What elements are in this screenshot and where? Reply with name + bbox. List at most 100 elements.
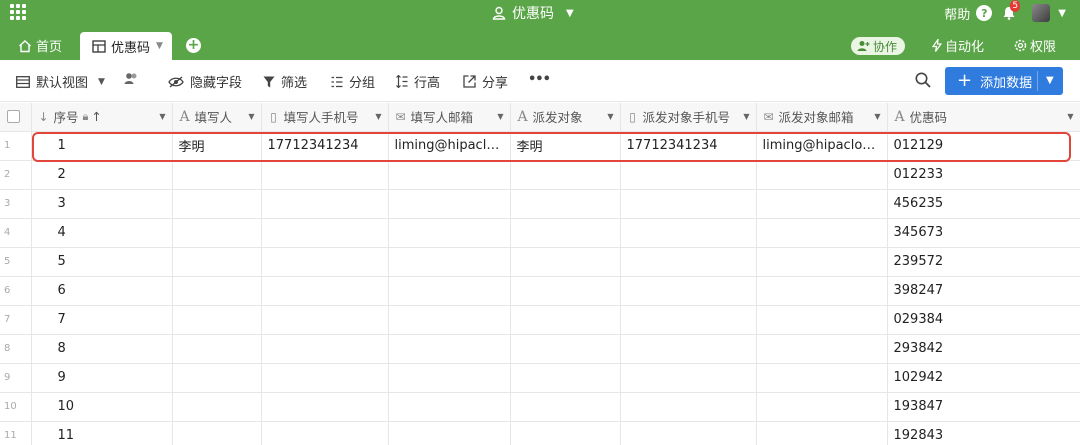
filler-phone-cell[interactable] [261,363,389,393]
filler-cell[interactable] [172,305,262,335]
target-email-cell[interactable] [756,218,888,248]
target-email-cell[interactable] [756,392,888,422]
sort-asc-icon[interactable]: ↑ [91,109,101,124]
notification-button[interactable]: 5 [1002,0,1021,22]
filler-email-cell[interactable] [388,276,511,306]
filler-cell[interactable]: 李明 [172,131,262,161]
code-cell[interactable]: 192843 [887,421,1080,445]
target-phone-cell[interactable] [620,218,757,248]
select-all-checkbox[interactable] [7,110,20,124]
add-tab-button[interactable]: + [186,38,201,53]
filler-cell[interactable] [172,334,262,364]
filler-cell[interactable] [172,189,262,219]
filler-phone-cell[interactable] [261,392,389,422]
column-header-target-phone[interactable]: ▯ 派发对象手机号 ▼ [620,103,757,132]
filler-email-cell[interactable] [388,334,511,364]
seq-cell[interactable]: 4 [31,218,173,248]
target-cell[interactable] [510,334,621,364]
target-cell[interactable] [510,276,621,306]
chevron-down-icon[interactable]: ▼ [743,112,749,121]
table-row[interactable]: 8 8 293842 [0,334,1080,364]
tab-home[interactable]: 首页 [18,36,62,55]
target-email-cell[interactable] [756,334,888,364]
select-all-cell[interactable] [0,103,32,132]
filler-cell[interactable] [172,218,262,248]
help-label[interactable]: 帮助 [944,4,970,23]
code-cell[interactable]: 029384 [887,305,1080,335]
view-selector[interactable]: 默认视图 ▼ [16,72,105,91]
target-email-cell[interactable] [756,247,888,277]
share-button[interactable]: 分享 [463,72,508,91]
chevron-down-icon[interactable]: ▼ [1058,8,1066,19]
collab-button[interactable]: 协作 [851,37,906,55]
table-row[interactable]: 3 3 456235 [0,189,1080,219]
target-cell[interactable] [510,218,621,248]
column-header-filler[interactable]: A 填写人 ▼ [172,103,262,132]
chevron-down-icon[interactable]: ▼ [497,112,503,121]
seq-cell[interactable]: 10 [31,392,173,422]
target-cell[interactable] [510,363,621,393]
seq-cell[interactable]: 8 [31,334,173,364]
table-row[interactable]: 11李明17712341234liming@hipacloud.com李明177… [0,131,1080,161]
filler-phone-cell[interactable] [261,276,389,306]
target-cell[interactable] [510,305,621,335]
chevron-down-icon[interactable]: ▼ [874,112,880,121]
avatar[interactable] [1032,4,1051,22]
column-header-target-email[interactable]: ✉ 派发对象邮箱 ▼ [756,103,888,132]
chevron-down-icon[interactable]: ▼ [248,112,254,121]
filler-phone-cell[interactable] [261,160,389,190]
seq-cell[interactable]: 3 [31,189,173,219]
filler-email-cell[interactable] [388,421,511,445]
column-header-code[interactable]: A 优惠码 ▼ [887,103,1080,132]
filler-phone-cell[interactable] [261,218,389,248]
seq-cell[interactable]: 5 [31,247,173,277]
target-email-cell[interactable]: liming@hipacloud.com [756,131,888,161]
filler-email-cell[interactable] [388,160,511,190]
target-phone-cell[interactable] [620,334,757,364]
table-row[interactable]: 11 11 192843 [0,421,1080,445]
add-data-button[interactable]: + 添加数据 ▼ [945,67,1063,95]
filler-email-cell[interactable] [388,392,511,422]
seq-cell[interactable]: 7 [31,305,173,335]
chevron-down-icon[interactable]: ▼ [1067,112,1073,121]
code-cell[interactable]: 012233 [887,160,1080,190]
target-email-cell[interactable] [756,160,888,190]
chevron-down-icon[interactable]: ▼ [1046,75,1054,86]
target-email-cell[interactable] [756,305,888,335]
seq-cell[interactable]: 6 [31,276,173,306]
table-row[interactable]: 5 5 239572 [0,247,1080,277]
code-cell[interactable]: 345673 [887,218,1080,248]
chevron-down-icon[interactable]: ▼ [156,41,163,51]
table-row[interactable]: 7 7 029384 [0,305,1080,335]
search-button[interactable] [915,72,931,92]
filler-phone-cell[interactable]: 17712341234 [261,131,389,161]
target-cell[interactable] [510,247,621,277]
code-cell[interactable]: 012129 [887,131,1080,161]
filler-phone-cell[interactable] [261,334,389,364]
column-header-filler-email[interactable]: ✉ 填写人邮箱 ▼ [388,103,511,132]
table-row[interactable]: 4 4 345673 [0,218,1080,248]
seq-cell[interactable]: 9 [31,363,173,393]
filler-cell[interactable] [172,160,262,190]
automation-button[interactable]: 自动化 [932,36,984,55]
target-phone-cell[interactable] [620,247,757,277]
target-phone-cell[interactable] [620,189,757,219]
table-row[interactable]: 6 6 398247 [0,276,1080,306]
filler-cell[interactable] [172,363,262,393]
target-cell[interactable] [510,160,621,190]
target-cell[interactable]: 李明 [510,131,621,161]
view-members-button[interactable] [124,72,139,85]
filler-cell[interactable] [172,247,262,277]
filler-phone-cell[interactable] [261,305,389,335]
group-button[interactable]: 分组 [331,72,375,91]
filler-email-cell[interactable] [388,218,511,248]
target-phone-cell[interactable]: 17712341234 [620,131,757,161]
table-row[interactable]: 2 2 012233 [0,160,1080,190]
code-cell[interactable]: 293842 [887,334,1080,364]
target-phone-cell[interactable] [620,305,757,335]
column-header-filler-phone[interactable]: ▯ 填写人手机号 ▼ [261,103,389,132]
target-cell[interactable] [510,392,621,422]
code-cell[interactable]: 239572 [887,247,1080,277]
target-phone-cell[interactable] [620,160,757,190]
tab-coupon-table[interactable]: 优惠码 ▼ [80,32,172,60]
